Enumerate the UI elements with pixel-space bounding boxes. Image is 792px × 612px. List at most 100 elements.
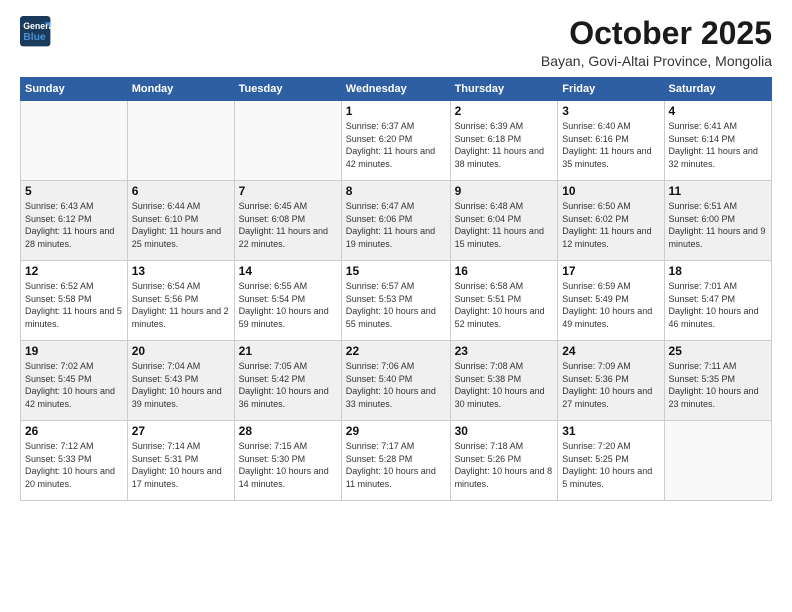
day-detail: Sunrise: 6:39 AM Sunset: 6:18 PM Dayligh… (455, 120, 554, 170)
col-monday: Monday (127, 78, 234, 101)
header: General Blue October 2025 Bayan, Govi-Al… (20, 16, 772, 69)
day-detail: Sunrise: 6:47 AM Sunset: 6:06 PM Dayligh… (346, 200, 446, 250)
day-number: 25 (669, 344, 767, 358)
table-row: 17 Sunrise: 6:59 AM Sunset: 5:49 PM Dayli… (558, 261, 664, 341)
col-wednesday: Wednesday (341, 78, 450, 101)
table-row: 22 Sunrise: 7:06 AM Sunset: 5:40 PM Dayli… (341, 341, 450, 421)
day-detail: Sunrise: 6:54 AM Sunset: 5:56 PM Dayligh… (132, 280, 230, 330)
day-detail: Sunrise: 7:05 AM Sunset: 5:42 PM Dayligh… (239, 360, 337, 410)
day-number: 9 (455, 184, 554, 198)
calendar-week-row: 19 Sunrise: 7:02 AM Sunset: 5:45 PM Dayli… (21, 341, 772, 421)
svg-text:Blue: Blue (23, 32, 46, 43)
month-title: October 2025 (541, 16, 772, 51)
table-row: 30Sunrise: 7:18 AM Sunset: 5:26 PM Dayli… (450, 421, 558, 501)
day-number: 14 (239, 264, 337, 278)
day-detail: Sunrise: 7:01 AM Sunset: 5:47 PM Dayligh… (669, 280, 767, 330)
table-row: 4Sunrise: 6:41 AM Sunset: 6:14 PM Daylig… (664, 101, 771, 181)
day-number: 24 (562, 344, 659, 358)
day-number: 7 (239, 184, 337, 198)
day-detail: Sunrise: 6:59 AM Sunset: 5:49 PM Dayligh… (562, 280, 659, 330)
table-row: 3Sunrise: 6:40 AM Sunset: 6:16 PM Daylig… (558, 101, 664, 181)
day-number: 21 (239, 344, 337, 358)
day-number: 19 (25, 344, 123, 358)
day-detail: Sunrise: 7:09 AM Sunset: 5:36 PM Dayligh… (562, 360, 659, 410)
day-detail: Sunrise: 6:45 AM Sunset: 6:08 PM Dayligh… (239, 200, 337, 250)
col-friday: Friday (558, 78, 664, 101)
day-detail: Sunrise: 7:17 AM Sunset: 5:28 PM Dayligh… (346, 440, 446, 490)
day-detail: Sunrise: 6:43 AM Sunset: 6:12 PM Dayligh… (25, 200, 123, 250)
table-row: 25 Sunrise: 7:11 AM Sunset: 5:35 PM Dayli… (664, 341, 771, 421)
calendar-header-row: Sunday Monday Tuesday Wednesday Thursday… (21, 78, 772, 101)
table-row: 1Sunrise: 6:37 AM Sunset: 6:20 PM Daylig… (341, 101, 450, 181)
day-number: 6 (132, 184, 230, 198)
day-detail: Sunrise: 6:44 AM Sunset: 6:10 PM Dayligh… (132, 200, 230, 250)
table-row: 29Sunrise: 7:17 AM Sunset: 5:28 PM Dayli… (341, 421, 450, 501)
day-number: 18 (669, 264, 767, 278)
table-row: 16Sunrise: 6:58 AM Sunset: 5:51 PM Dayli… (450, 261, 558, 341)
table-row: 28 Sunrise: 7:15 AM Sunset: 5:30 PM Dayli… (234, 421, 341, 501)
day-detail: Sunrise: 7:11 AM Sunset: 5:35 PM Dayligh… (669, 360, 767, 410)
day-number: 26 (25, 424, 123, 438)
calendar-week-row: 1Sunrise: 6:37 AM Sunset: 6:20 PM Daylig… (21, 101, 772, 181)
table-row: 2Sunrise: 6:39 AM Sunset: 6:18 PM Daylig… (450, 101, 558, 181)
table-row: 9Sunrise: 6:48 AM Sunset: 6:04 PM Daylig… (450, 181, 558, 261)
day-detail: Sunrise: 7:04 AM Sunset: 5:43 PM Dayligh… (132, 360, 230, 410)
page-container: General Blue October 2025 Bayan, Govi-Al… (0, 0, 792, 612)
day-number: 5 (25, 184, 123, 198)
col-thursday: Thursday (450, 78, 558, 101)
table-row: 23Sunrise: 7:08 AM Sunset: 5:38 PM Dayli… (450, 341, 558, 421)
table-row: 21 Sunrise: 7:05 AM Sunset: 5:42 PM Dayli… (234, 341, 341, 421)
table-row: 31Sunrise: 7:20 AM Sunset: 5:25 PM Dayli… (558, 421, 664, 501)
table-row (664, 421, 771, 501)
day-detail: Sunrise: 6:57 AM Sunset: 5:53 PM Dayligh… (346, 280, 446, 330)
logo: General Blue (20, 16, 56, 48)
table-row: 26 Sunrise: 7:12 AM Sunset: 5:33 PM Dayli… (21, 421, 128, 501)
day-number: 13 (132, 264, 230, 278)
location-subtitle: Bayan, Govi-Altai Province, Mongolia (541, 53, 772, 69)
table-row: 20 Sunrise: 7:04 AM Sunset: 5:43 PM Dayli… (127, 341, 234, 421)
table-row: 10 Sunrise: 6:50 AM Sunset: 6:02 PM Dayli… (558, 181, 664, 261)
day-detail: Sunrise: 6:50 AM Sunset: 6:02 PM Dayligh… (562, 200, 659, 250)
day-number: 15 (346, 264, 446, 278)
day-number: 30 (455, 424, 554, 438)
day-number: 22 (346, 344, 446, 358)
day-detail: Sunrise: 7:20 AM Sunset: 5:25 PM Dayligh… (562, 440, 659, 490)
calendar-week-row: 5 Sunrise: 6:43 AM Sunset: 6:12 PM Daylig… (21, 181, 772, 261)
day-number: 8 (346, 184, 446, 198)
day-detail: Sunrise: 7:15 AM Sunset: 5:30 PM Dayligh… (239, 440, 337, 490)
day-number: 10 (562, 184, 659, 198)
day-detail: Sunrise: 7:08 AM Sunset: 5:38 PM Dayligh… (455, 360, 554, 410)
logo-icon: General Blue (20, 16, 52, 48)
table-row: 14 Sunrise: 6:55 AM Sunset: 5:54 PM Dayli… (234, 261, 341, 341)
day-number: 16 (455, 264, 554, 278)
day-detail: Sunrise: 6:55 AM Sunset: 5:54 PM Dayligh… (239, 280, 337, 330)
table-row: 8 Sunrise: 6:47 AM Sunset: 6:06 PM Daylig… (341, 181, 450, 261)
table-row (127, 101, 234, 181)
day-number: 27 (132, 424, 230, 438)
table-row: 11 Sunrise: 6:51 AM Sunset: 6:00 PM Dayli… (664, 181, 771, 261)
table-row: 7 Sunrise: 6:45 AM Sunset: 6:08 PM Daylig… (234, 181, 341, 261)
calendar-week-row: 26 Sunrise: 7:12 AM Sunset: 5:33 PM Dayli… (21, 421, 772, 501)
day-detail: Sunrise: 7:02 AM Sunset: 5:45 PM Dayligh… (25, 360, 123, 410)
day-number: 11 (669, 184, 767, 198)
col-sunday: Sunday (21, 78, 128, 101)
day-number: 17 (562, 264, 659, 278)
day-detail: Sunrise: 7:14 AM Sunset: 5:31 PM Dayligh… (132, 440, 230, 490)
day-detail: Sunrise: 6:51 AM Sunset: 6:00 PM Dayligh… (669, 200, 767, 250)
day-detail: Sunrise: 7:06 AM Sunset: 5:40 PM Dayligh… (346, 360, 446, 410)
table-row (21, 101, 128, 181)
day-number: 4 (669, 104, 767, 118)
table-row: 27 Sunrise: 7:14 AM Sunset: 5:31 PM Dayli… (127, 421, 234, 501)
table-row: 12Sunrise: 6:52 AM Sunset: 5:58 PM Dayli… (21, 261, 128, 341)
day-number: 20 (132, 344, 230, 358)
day-number: 28 (239, 424, 337, 438)
day-detail: Sunrise: 7:12 AM Sunset: 5:33 PM Dayligh… (25, 440, 123, 490)
day-detail: Sunrise: 6:37 AM Sunset: 6:20 PM Dayligh… (346, 120, 446, 170)
col-saturday: Saturday (664, 78, 771, 101)
title-block: October 2025 Bayan, Govi-Altai Province,… (541, 16, 772, 69)
table-row: 24 Sunrise: 7:09 AM Sunset: 5:36 PM Dayli… (558, 341, 664, 421)
col-tuesday: Tuesday (234, 78, 341, 101)
table-row: 5 Sunrise: 6:43 AM Sunset: 6:12 PM Daylig… (21, 181, 128, 261)
day-number: 3 (562, 104, 659, 118)
table-row: 13 Sunrise: 6:54 AM Sunset: 5:56 PM Dayli… (127, 261, 234, 341)
